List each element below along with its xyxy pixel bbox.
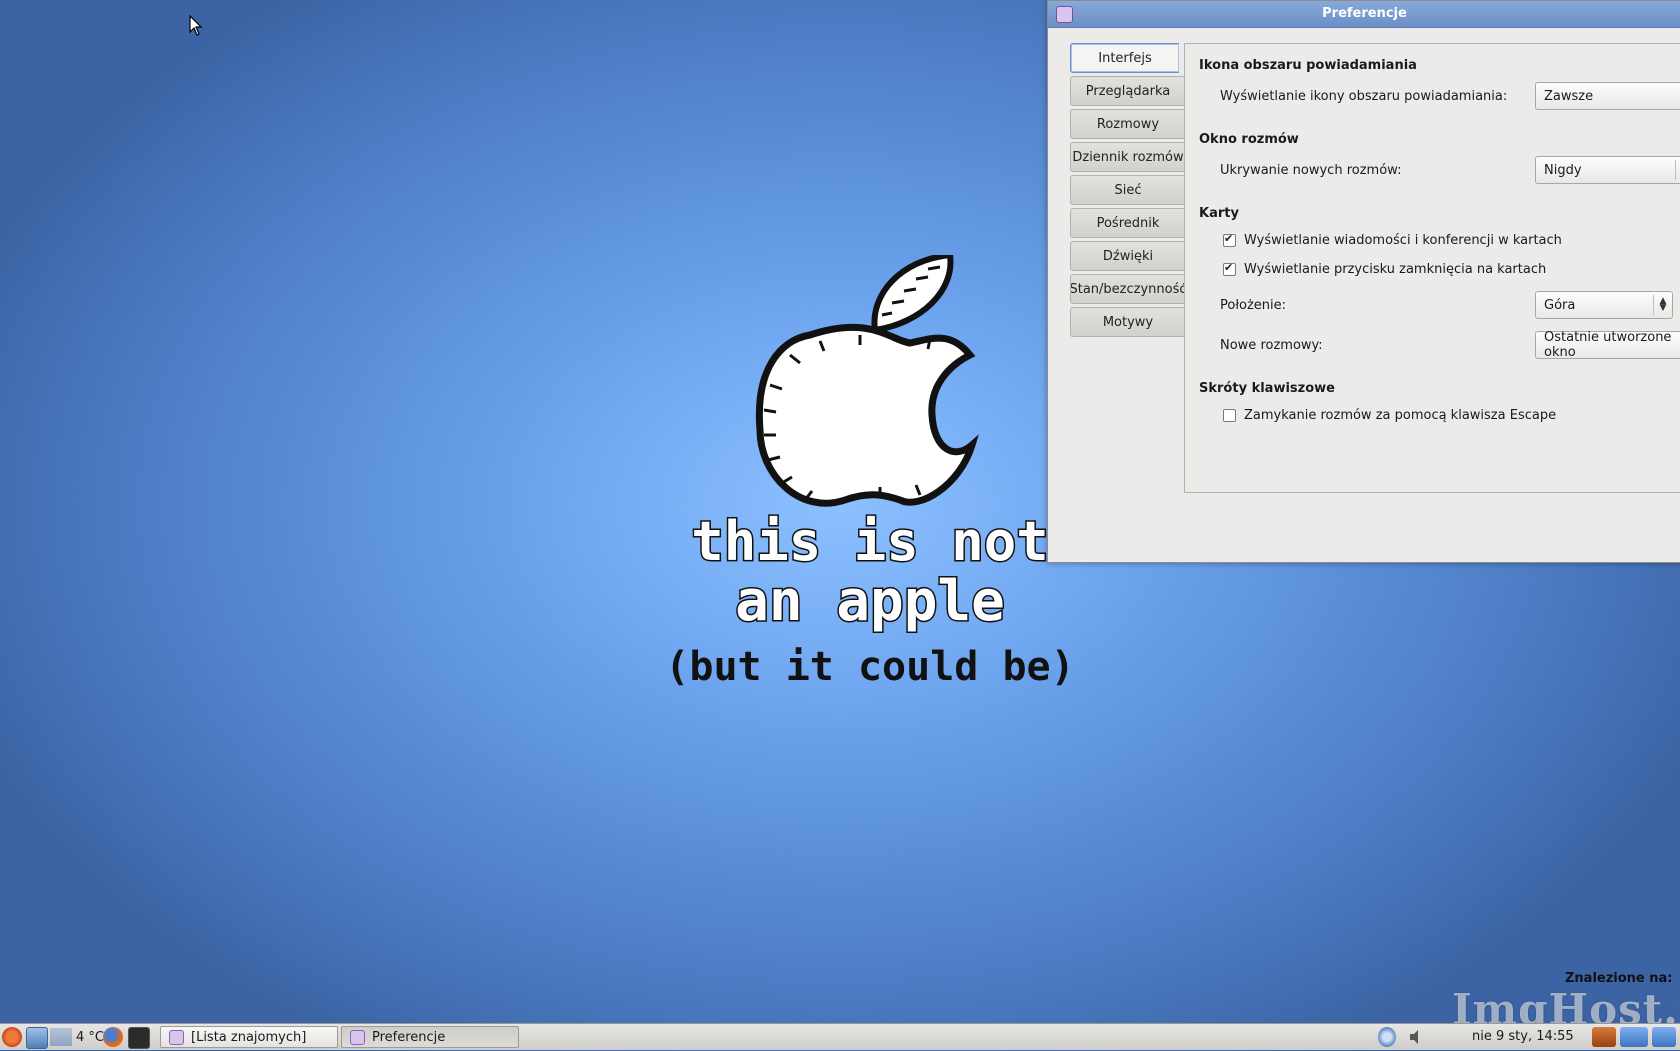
weather-temperature: 4 °C (76, 1029, 104, 1045)
section-tabs-heading: Karty (1199, 206, 1239, 221)
show-tray-icon-value: Zawsze (1544, 88, 1594, 104)
show-in-tabs-row[interactable]: Wyświetlanie wiadomości i konferencji w … (1223, 232, 1562, 248)
dialog-titlebar[interactable]: Preferencje (1048, 1, 1680, 28)
clock[interactable]: nie 9 sty, 14:55 (1472, 1029, 1574, 1044)
pidgin-icon (169, 1030, 184, 1045)
dialog-title: Preferencje (1322, 6, 1407, 21)
show-in-tabs-label: Wyświetlanie wiadomości i konferencji w … (1244, 233, 1562, 248)
new-conv-label: Nowe rozmowy: (1220, 338, 1323, 353)
tab-browser[interactable]: Przeglądarka (1070, 76, 1185, 106)
chevron-updown-icon: ▲▼ (1653, 295, 1672, 315)
wallpaper-art: this is not an apple (but it could be) (660, 251, 1080, 735)
escape-close-row[interactable]: Zamykanie rozmów za pomocą klawisza Esca… (1223, 408, 1556, 423)
escape-close-checkbox[interactable] (1223, 409, 1236, 422)
taskbar: 4 °C [Lista znajomych] Preferencje nie 9… (0, 1023, 1680, 1050)
workspace-2-icon[interactable] (1620, 1027, 1648, 1047)
tab-proxy[interactable]: Pośrednik (1070, 208, 1185, 238)
show-tray-icon-label: Wyświetlanie ikony obszaru powiadamiania… (1220, 89, 1508, 104)
tab-status-idle[interactable]: Stan/bezczynność (1070, 274, 1185, 304)
section-shortcuts-heading: Skróty klawiszowe (1199, 381, 1335, 396)
terminal-icon[interactable] (128, 1027, 150, 1049)
hide-new-conv-value: Nigdy (1544, 162, 1582, 178)
pidgin-icon (350, 1030, 365, 1045)
wallpaper-line2: an apple (735, 569, 1005, 634)
tab-conversations[interactable]: Rozmowy (1070, 109, 1185, 139)
section-conv-window-heading: Okno rozmów (1199, 132, 1299, 147)
workspace-3-icon[interactable] (1652, 1027, 1676, 1047)
tab-interface[interactable]: Interfejs (1070, 43, 1179, 73)
tab-position-select[interactable]: Góra ▲ ▼ (1535, 291, 1673, 319)
firefox-icon[interactable] (103, 1027, 123, 1047)
new-conv-value: Ostatnie utworzone okno (1544, 330, 1672, 360)
watermark-found-on: Znalezione na: (1565, 971, 1673, 986)
taskbar-button-label: [Lista znajomych] (191, 1029, 307, 1045)
taskbar-button-buddy-list[interactable]: [Lista znajomych] (160, 1026, 338, 1048)
apple-drawing: this is not an apple (but it could be) (665, 251, 1075, 690)
preferences-tabs: Interfejs Przeglądarka Rozmowy Dziennik … (1070, 43, 1185, 340)
interface-settings-panel: Ikona obszaru powiadamiania Wyświetlanie… (1184, 43, 1680, 493)
section-tray-heading: Ikona obszaru powiadamiania (1199, 58, 1417, 73)
hide-new-conv-select[interactable]: Nigdy ▲▼ (1535, 156, 1680, 184)
weather-applet[interactable]: 4 °C (50, 1027, 104, 1047)
workspace-1-icon[interactable] (1592, 1027, 1616, 1047)
new-conv-select[interactable]: Ostatnie utworzone okno (1535, 330, 1680, 360)
tab-sounds[interactable]: Dźwięki (1070, 241, 1185, 271)
tab-position-label: Położenie: (1220, 298, 1287, 313)
preferences-dialog: Preferencje Interfejs Przeglądarka Rozmo… (1047, 0, 1680, 563)
show-close-button-checkbox[interactable] (1223, 261, 1236, 276)
show-close-button-row[interactable]: Wyświetlanie przycisku zamknięcia na kar… (1223, 261, 1547, 277)
tab-themes[interactable]: Motywy (1070, 307, 1185, 337)
show-desktop-icon[interactable] (26, 1027, 48, 1049)
tab-position-value: Góra (1544, 297, 1576, 313)
show-in-tabs-checkbox[interactable] (1223, 232, 1236, 247)
ubuntu-menu-icon[interactable] (2, 1027, 22, 1047)
show-close-button-label: Wyświetlanie przycisku zamknięcia na kar… (1244, 262, 1547, 277)
taskbar-button-label: Preferencje (372, 1029, 446, 1045)
mouse-cursor-icon (189, 15, 203, 36)
show-tray-icon-select[interactable]: Zawsze (1535, 82, 1680, 110)
chevron-updown-icon: ▲▼ (1675, 160, 1680, 180)
escape-close-label: Zamykanie rozmów za pomocą klawisza Esca… (1244, 408, 1557, 423)
tab-logging[interactable]: Dziennik rozmów (1070, 142, 1185, 172)
hide-new-conv-label: Ukrywanie nowych rozmów: (1220, 163, 1402, 178)
tab-network[interactable]: Sieć (1070, 175, 1185, 205)
volume-icon[interactable] (1408, 1027, 1424, 1047)
wallpaper-line1: this is not (691, 510, 1049, 573)
taskbar-button-preferences[interactable]: Preferencje (341, 1026, 519, 1048)
weather-icon (50, 1028, 72, 1046)
network-icon[interactable] (1378, 1027, 1396, 1047)
wallpaper-line3: (but it could be) (665, 644, 1074, 690)
